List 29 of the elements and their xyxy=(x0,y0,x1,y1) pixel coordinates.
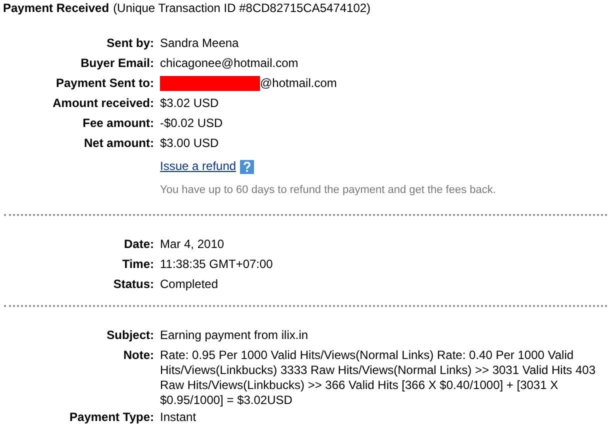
field-label: Note: xyxy=(123,348,154,362)
field-value: $3.02 USD xyxy=(160,96,219,110)
field-value: Sandra Meena xyxy=(160,36,239,50)
transaction-id: (Unique Transaction ID #8CD82715CA5474102) xyxy=(113,1,371,16)
field-label: Subject: xyxy=(106,328,154,342)
field-label: Amount received: xyxy=(52,96,154,110)
field-label: Fee amount: xyxy=(82,116,154,130)
field-label: Status: xyxy=(113,277,154,291)
field-value: Rate: 0.95 Per 1000 Valid Hits/Views(Normal Links) Rate: 0.40 Per 1000 Valid Hits/Views(Linkbucks) 3333 Raw Hits/Views(Normal Links) >> 3031 Valid Hits 403 Raw Hits/Views(Linkbucks) >> 366 Valid Hits [366 X $0.40/1000] + [3031 X $0.95/1000] = $3.02USD xyxy=(160,348,596,407)
field-value: -$0.02 USD xyxy=(160,116,223,130)
field-label: Date: xyxy=(124,237,154,251)
refund-link[interactable]: Issue a refund xyxy=(160,159,236,174)
field-label: Net amount: xyxy=(84,136,154,150)
field-value: chicagonee@hotmail.com xyxy=(160,56,298,70)
field-value: Earning payment from ilix.in xyxy=(160,328,308,342)
field-label: Time: xyxy=(122,257,154,271)
help-icon[interactable] xyxy=(240,160,254,174)
refund-note: You have up to 60 days to refund the payment and get the fees back. xyxy=(160,183,497,198)
field-label: Payment Type: xyxy=(70,410,154,424)
page-title: Payment Received xyxy=(3,1,110,16)
field-value: 11:38:35 GMT+07:00 xyxy=(160,257,273,271)
field-value: Completed xyxy=(160,277,218,291)
field-value: Mar 4, 2010 xyxy=(160,237,224,251)
field-value: Instant xyxy=(160,410,196,424)
field-label: Sent by: xyxy=(106,36,154,50)
field-label: Payment Sent to: xyxy=(56,76,154,90)
field-label: Buyer Email: xyxy=(80,56,154,70)
field-value: $3.00 USD xyxy=(160,136,219,150)
field-value: @hotmail.com xyxy=(260,76,337,91)
